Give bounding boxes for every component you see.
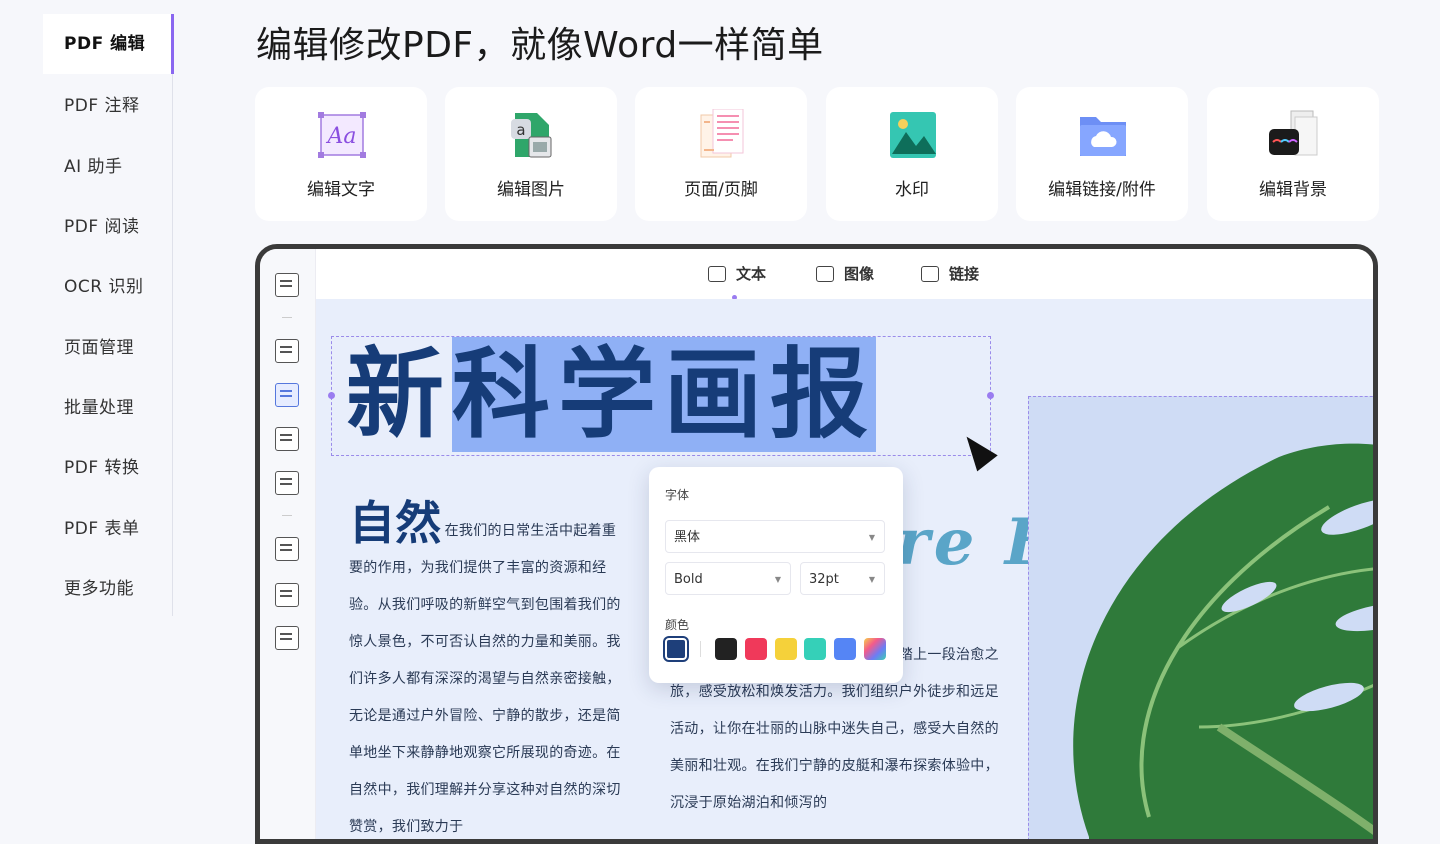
feature-label: 水印	[895, 180, 929, 200]
svg-text:a: a	[516, 121, 525, 139]
resize-handle[interactable]	[328, 392, 335, 399]
feature-card-edit-image[interactable]: a 编辑图片	[445, 87, 617, 221]
nav-item-ocr[interactable]: OCR 识别	[43, 257, 173, 317]
nav-item-pdf-read[interactable]: PDF 阅读	[43, 197, 173, 257]
font-weight-value: Bold	[674, 572, 703, 587]
text-icon	[708, 266, 726, 282]
feature-label: 页面/页脚	[684, 180, 758, 200]
font-weight-select[interactable]: Bold ▼	[665, 562, 791, 595]
edit-image-icon: a	[511, 113, 552, 158]
background-icon	[1269, 110, 1318, 156]
svg-text:Aa: Aa	[325, 124, 356, 149]
copy-tool-icon[interactable]	[275, 583, 299, 607]
header-footer-icon	[700, 109, 744, 158]
link-icon	[921, 266, 939, 282]
chevron-down-icon: ▼	[868, 533, 875, 542]
feature-card-background[interactable]: 编辑背景	[1207, 87, 1379, 221]
image-icon	[816, 266, 834, 282]
color-label: 颜色	[665, 618, 690, 632]
feature-label: 编辑链接/附件	[1048, 180, 1156, 200]
color-swatch-teal[interactable]	[804, 638, 826, 660]
font-label: 字体	[665, 488, 690, 502]
watermark-icon	[890, 112, 936, 158]
chevron-down-icon: ▼	[868, 575, 875, 584]
color-swatch-black[interactable]	[715, 638, 737, 660]
feature-card-watermark[interactable]: 水印	[826, 87, 998, 221]
title-selected-text: 科学画报	[452, 337, 877, 452]
edit-text-icon: Aa	[318, 112, 366, 158]
nav-item-ai-assistant[interactable]: AI 助手	[43, 137, 173, 197]
color-picker-gradient[interactable]	[864, 638, 886, 660]
edit-tool-icon[interactable]	[275, 383, 299, 407]
toolbar-text-button[interactable]: 文本	[708, 263, 766, 284]
nav-item-batch[interactable]: 批量处理	[43, 378, 173, 438]
nav-item-more[interactable]: 更多功能	[43, 559, 173, 619]
feature-label: 编辑背景	[1259, 180, 1327, 200]
color-swatch-navy[interactable]	[665, 638, 687, 660]
plant-photo[interactable]	[1028, 396, 1373, 839]
compare-tool-icon[interactable]	[275, 427, 299, 451]
crop-tool-icon[interactable]	[275, 537, 299, 561]
nav-item-pdf-convert[interactable]: PDF 转换	[43, 438, 173, 498]
swatch-divider	[700, 641, 701, 657]
sign-tool-icon[interactable]	[275, 471, 299, 495]
feature-label: 编辑图片	[497, 180, 565, 200]
font-family-value: 黑体	[674, 530, 701, 545]
color-swatch-yellow[interactable]	[775, 638, 797, 660]
nav-item-pdf-annotate[interactable]: PDF 注释	[43, 76, 173, 136]
feature-card-edit-text[interactable]: Aa 编辑文字	[255, 87, 427, 221]
highlight-tool-icon[interactable]	[275, 339, 299, 363]
tool-separator	[282, 515, 292, 516]
toolbar-image-label: 图像	[844, 265, 875, 283]
editor-toolbar: 文本 图像 链接	[316, 249, 1373, 300]
page-title: 编辑修改PDF，就像Word一样简单	[256, 25, 824, 66]
toolbar-image-button[interactable]: 图像	[816, 263, 874, 284]
article-column-1[interactable]: 自然 在我们的日常生活中起着重要的作用，为我们提供了丰富的资源和经验。从我们呼吸的…	[349, 500, 629, 839]
feature-card-header-footer[interactable]: 页面/页脚	[635, 87, 807, 221]
title-plain-text: 新	[346, 337, 453, 452]
toolbar-link-label: 链接	[949, 265, 980, 283]
feature-label: 编辑文字	[307, 180, 375, 200]
font-settings-panel: 字体 黑体 ▼ Bold ▼ 32pt ▼ 颜色	[649, 467, 903, 683]
toolbar-text-label: 文本	[736, 265, 767, 283]
nav-item-pdf-edit[interactable]: PDF 编辑	[43, 14, 174, 74]
editor-tool-column	[260, 249, 316, 839]
magazine-title[interactable]: 新科学画报	[346, 337, 877, 452]
article-heading: 自然	[349, 496, 442, 550]
layers-tool-icon[interactable]	[275, 626, 299, 650]
font-size-select[interactable]: 32pt ▼	[800, 562, 885, 595]
tool-separator	[282, 317, 292, 318]
link-attachment-icon	[1080, 117, 1126, 156]
chevron-down-icon: ▼	[774, 575, 781, 584]
resize-handle[interactable]	[987, 392, 994, 399]
page-tool-icon[interactable]	[275, 273, 299, 297]
nav-item-pdf-form[interactable]: PDF 表单	[43, 499, 173, 559]
toolbar-link-button[interactable]: 链接	[921, 263, 979, 284]
nav-item-page-manage[interactable]: 页面管理	[43, 318, 173, 378]
document-canvas[interactable]: 新科学画报 re Fix 自然 在我们的日常生活中起着重要的作用，为我们提供了丰富…	[316, 299, 1373, 839]
side-navigation: PDF 编辑 PDF 注释 AI 助手 PDF 阅读 OCR 识别 页面管理 批…	[0, 0, 174, 816]
font-family-select[interactable]: 黑体 ▼	[665, 520, 885, 553]
color-swatch-red[interactable]	[745, 638, 767, 660]
monstera-leaf-image	[1073, 443, 1373, 839]
color-swatch-blue[interactable]	[834, 638, 856, 660]
article-column-1-text: 在我们的日常生活中起着重要的作用，为我们提供了丰富的资源和经验。从我们呼吸的新鲜…	[349, 523, 621, 835]
feature-card-link-attachment[interactable]: 编辑链接/附件	[1016, 87, 1188, 221]
font-size-value: 32pt	[809, 572, 839, 587]
editor-preview-window: 文本 图像 链接 新科学画报 re Fix 自然 在我们的日常生活中起着重要的作用…	[255, 244, 1378, 844]
